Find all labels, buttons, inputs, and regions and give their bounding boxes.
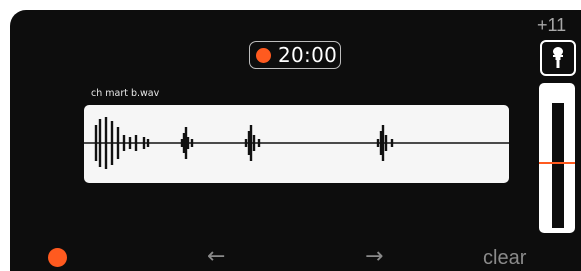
microphone-icon: [553, 47, 563, 68]
timer-display: 20:00: [249, 41, 341, 69]
filename-label: ch mart b.wav: [91, 88, 160, 99]
level-marker[interactable]: [539, 162, 575, 164]
clear-button[interactable]: clear: [483, 246, 526, 270]
waveform-graph: [84, 117, 509, 169]
forward-arrow-button[interactable]: →: [365, 244, 383, 270]
timer-text: 20:00: [278, 43, 338, 67]
record-button[interactable]: [48, 248, 67, 267]
recording-indicator-icon: [256, 48, 271, 63]
level-meter-track: [552, 103, 564, 228]
waveform[interactable]: [84, 105, 509, 183]
gain-label: +11: [537, 15, 567, 35]
microphone-button[interactable]: [540, 40, 576, 76]
level-meter[interactable]: [539, 83, 575, 233]
back-arrow-button[interactable]: ←: [207, 244, 225, 270]
